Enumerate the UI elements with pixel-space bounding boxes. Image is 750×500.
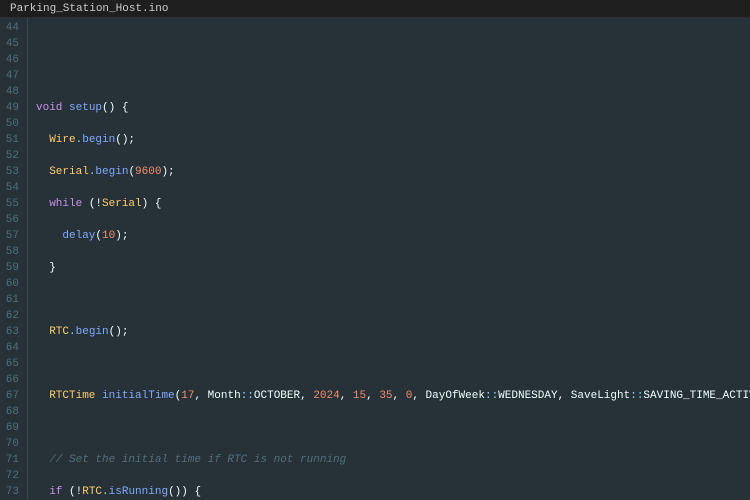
line-number: 53: [4, 164, 19, 180]
line-number: 68: [4, 404, 19, 420]
code-line: [36, 68, 750, 84]
line-number: 62: [4, 308, 19, 324]
code-line: void setup() {: [36, 100, 750, 116]
line-number: 58: [4, 244, 19, 260]
line-number: 71: [4, 452, 19, 468]
line-number: 60: [4, 276, 19, 292]
code-editor[interactable]: 4445464748495051525354555657585960616263…: [0, 18, 750, 500]
line-number: 46: [4, 52, 19, 68]
line-number: 56: [4, 212, 19, 228]
code-line: Wire.begin();: [36, 132, 750, 148]
code-line: Serial.begin(9600);: [36, 164, 750, 180]
line-gutter: 4445464748495051525354555657585960616263…: [0, 18, 28, 500]
code-line: RTC.begin();: [36, 324, 750, 340]
line-number: 55: [4, 196, 19, 212]
line-number: 61: [4, 292, 19, 308]
line-number: 51: [4, 132, 19, 148]
code-line: RTCTime initialTime(17, Month::OCTOBER, …: [36, 388, 750, 404]
line-number: 47: [4, 68, 19, 84]
code-line: if (!RTC.isRunning()) {: [36, 484, 750, 500]
code-line: [36, 36, 750, 52]
code-area[interactable]: void setup() { Wire.begin(); Serial.begi…: [28, 18, 750, 500]
line-number: 44: [4, 20, 19, 36]
code-line: [36, 292, 750, 308]
code-line: while (!Serial) {: [36, 196, 750, 212]
line-number: 64: [4, 340, 19, 356]
line-number: 54: [4, 180, 19, 196]
line-number: 70: [4, 436, 19, 452]
line-number: 50: [4, 116, 19, 132]
line-number: 72: [4, 468, 19, 484]
line-number: 73: [4, 484, 19, 500]
file-tab[interactable]: Parking_Station_Host.ino: [0, 0, 179, 17]
line-number: 49: [4, 100, 19, 116]
code-line: // Set the initial time if RTC is not ru…: [36, 452, 750, 468]
line-number: 45: [4, 36, 19, 52]
code-line: delay(10);: [36, 228, 750, 244]
line-number: 67: [4, 388, 19, 404]
line-number: 52: [4, 148, 19, 164]
line-number: 69: [4, 420, 19, 436]
code-line: [36, 356, 750, 372]
line-number: 48: [4, 84, 19, 100]
line-number: 65: [4, 356, 19, 372]
line-number: 66: [4, 372, 19, 388]
code-line: }: [36, 260, 750, 276]
tab-bar: Parking_Station_Host.ino: [0, 0, 750, 18]
line-number: 59: [4, 260, 19, 276]
line-number: 57: [4, 228, 19, 244]
line-number: 63: [4, 324, 19, 340]
code-line: [36, 420, 750, 436]
